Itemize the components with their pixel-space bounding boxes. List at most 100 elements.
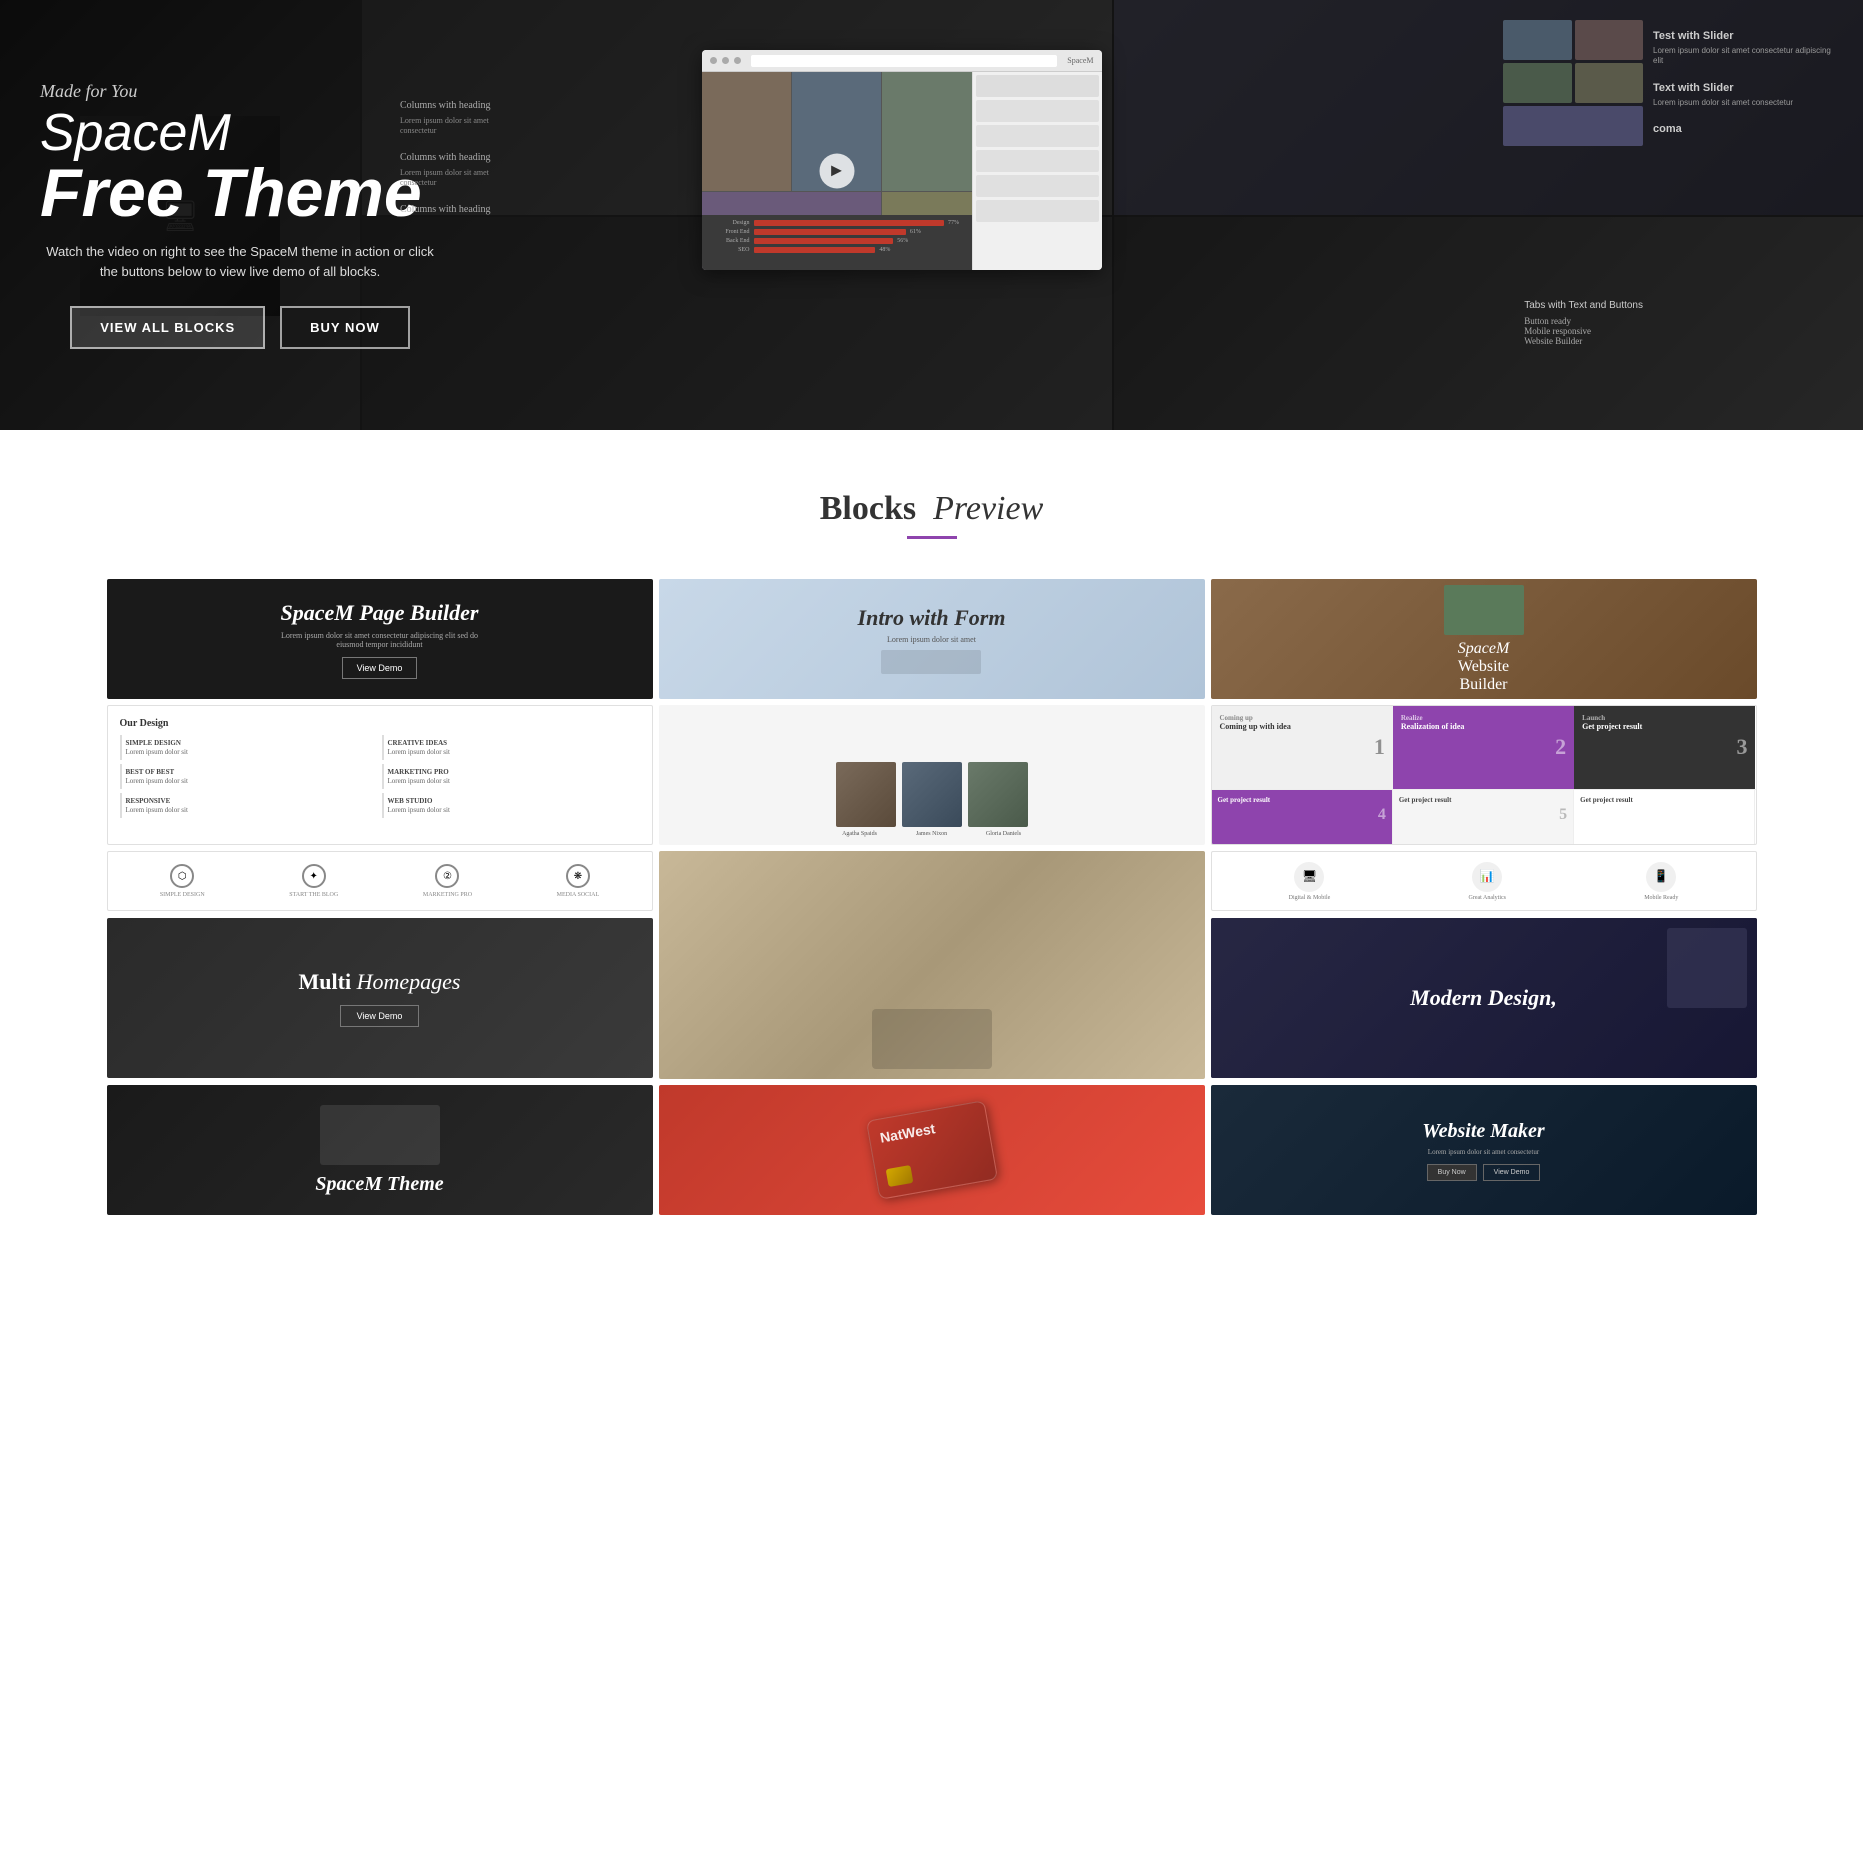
design-item-6-desc: Lorem ipsum dolor sit: [388, 806, 450, 814]
hero-col-text-1: Columns with heading: [400, 100, 520, 111]
website-maker-demo-btn[interactable]: View Demo: [1483, 1164, 1541, 1181]
service-item-2: 📊 Great Analytics: [1469, 862, 1507, 901]
team-photo-1: [836, 762, 896, 827]
service-label-3: Mobile Ready: [1644, 895, 1678, 901]
process-num-3: 3: [1736, 734, 1747, 760]
mosaic-modern-design: Modern Design,: [1211, 918, 1757, 1078]
chart-row-3: Back End 56%: [710, 238, 964, 244]
wb-title-1: SpaceM: [1458, 640, 1510, 657]
website-maker-buy-btn[interactable]: Buy Now: [1427, 1164, 1477, 1181]
card-logo: NatWest: [878, 1113, 977, 1146]
chart-label-1: Design: [710, 220, 750, 226]
process-num-5: 5: [1559, 806, 1567, 824]
website-builder-inner: SpaceM Website Builder: [1444, 585, 1524, 694]
service-item-1: 🖥 Digital & Mobile: [1289, 862, 1331, 901]
design-item-5-desc: Lorem ipsum dolor sit: [126, 806, 188, 814]
mosaic-natwest-card: NatWest: [659, 1085, 1205, 1215]
blocks-preview-title: Blocks Preview: [40, 490, 1823, 528]
mosaic-website-maker: Website Maker Lorem ipsum dolor sit amet…: [1211, 1085, 1757, 1215]
multi-homepages-btn[interactable]: View Demo: [340, 1005, 420, 1027]
thumb-5: [1503, 106, 1643, 146]
chart-bar-4: [754, 247, 876, 253]
team-names-row: Agatha Spaids James Nixon Gloria Daniels: [827, 831, 1037, 837]
chart-label-3: Back End: [710, 238, 750, 244]
browser-title: SpaceM: [1067, 56, 1093, 65]
thumb-4: [1575, 63, 1644, 103]
team-name-2: James Nixon: [899, 831, 965, 837]
hero-col-desc-2: Lorem ipsum dolor sit amet consectetur: [400, 168, 520, 189]
hero-tabs-overlay: Tabs with Text and Buttons Button ready …: [1524, 300, 1643, 346]
chart-val-2: 61%: [910, 229, 921, 235]
hero-section: 🖥 Made for You SpaceM Free Theme Watch t…: [0, 0, 1863, 430]
multi-normal: Multi: [299, 969, 352, 994]
thumb-1: [1503, 20, 1572, 60]
service-label-1: Digital & Mobile: [1289, 895, 1331, 901]
card-chip: [885, 1165, 913, 1187]
chart-label-2: Front End: [710, 229, 750, 235]
tabs-item-3: Website Builder: [1524, 336, 1643, 346]
hero-right-desc-1: Lorem ipsum dolor sit amet consectetur a…: [1653, 46, 1833, 67]
mosaic-multi-homepages: Multi Homepages View Demo: [107, 918, 653, 1078]
play-button[interactable]: ▶: [819, 154, 854, 189]
sidebar-item-6: [976, 200, 1099, 222]
blocks-preview-section: Blocks Preview SpaceM Page Builder Lorem…: [0, 430, 1863, 1255]
service-icon-2: 📊: [1472, 862, 1502, 892]
hero-thumb-grid: [1503, 20, 1643, 146]
browser-dot-3: [734, 57, 741, 64]
office-table: [872, 1009, 992, 1069]
intro-form-title: Intro with Form: [858, 605, 1006, 631]
design-item-3-title: BEST OF BEST: [126, 768, 374, 776]
chart-row-2: Front End 61%: [710, 229, 964, 235]
icon-label-4: MEDIA SOCIAL: [557, 892, 600, 898]
mosaic-intro-form: Intro with Form Lorem ipsum dolor sit am…: [659, 579, 1205, 699]
process-title-6: Get project result: [1580, 796, 1748, 804]
hero-right-title-3: coma: [1653, 123, 1833, 135]
icon-1: ⬡: [170, 864, 194, 888]
team-photo-3: [968, 762, 1028, 827]
view-all-blocks-button[interactable]: VIEW ALL BLOCKS: [70, 306, 265, 349]
spacem-builder-btn[interactable]: View Demo: [342, 657, 418, 679]
design-item-1-title: SIMPLE DESIGN: [126, 739, 374, 747]
spacem-theme-title: SpaceM Theme: [315, 1173, 443, 1196]
tabs-label: Tabs with Text and Buttons: [1524, 300, 1643, 311]
browser-chart: Design 77% Front End 61% Back End 56%: [702, 215, 972, 270]
website-builder-title: SpaceM Website Builder: [1444, 640, 1524, 694]
icon-label-2: START THE BLOG: [289, 892, 338, 898]
chart-row-1: Design 77%: [710, 220, 964, 226]
chart-bar-1: [754, 220, 945, 226]
sidebar-item-4: [976, 150, 1099, 172]
design-item-6: WEB STUDIO Lorem ipsum dolor sit: [382, 793, 640, 818]
service-label-2: Great Analytics: [1469, 895, 1507, 901]
mosaic-website-builder: SpaceM Website Builder: [1211, 579, 1757, 699]
blocks-title-normal: Blocks: [820, 490, 916, 527]
team-photo-2: [902, 762, 962, 827]
design-item-4-title: MARKETING PRO: [388, 768, 636, 776]
hero-title-spacem: SpaceM: [40, 107, 440, 159]
mosaic-team: Agatha Spaids James Nixon Gloria Daniels: [659, 705, 1205, 845]
browser-img-1: [702, 72, 791, 191]
modern-design-title: Modern Design,: [1410, 985, 1557, 1011]
team-photos-row: [836, 762, 1028, 827]
hero-right-content: Test with Slider Lorem ipsum dolor sit a…: [1653, 30, 1833, 135]
wb-title-3: Builder: [1460, 676, 1508, 693]
chart-val-3: 56%: [897, 238, 908, 244]
hero-title-free-theme: Free Theme: [40, 155, 422, 231]
design-item-2-title: CREATIVE IDEAS: [388, 739, 636, 747]
hero-col-desc-1: Lorem ipsum dolor sit amet consectetur: [400, 116, 520, 137]
intro-form-desc: Lorem ipsum dolor sit amet: [858, 635, 1006, 644]
process-step-1: Coming up Coming up with idea 1: [1212, 706, 1393, 789]
mosaic-spacem-theme: SpaceM Theme: [107, 1085, 653, 1215]
icon-item-3: ② MARKETING PRO: [423, 864, 472, 898]
hero-buttons: VIEW ALL BLOCKS BUY NOW: [40, 306, 440, 349]
process-label-2: Realize: [1401, 714, 1566, 722]
process-title-5: Get project result: [1399, 796, 1567, 804]
sidebar-item-5: [976, 175, 1099, 197]
buy-now-button[interactable]: BUY NOW: [280, 306, 410, 349]
hero-right-title-1: Test with Slider: [1653, 30, 1833, 42]
process-step-2: Realize Realization of idea 2: [1393, 706, 1574, 789]
hero-title: SpaceM Free Theme: [40, 107, 440, 227]
process-num-1: 1: [1374, 734, 1385, 760]
process-title-2: Realization of idea: [1401, 722, 1566, 731]
design-item-5: RESPONSIVE Lorem ipsum dolor sit: [120, 793, 378, 818]
tabs-item-1: Button ready: [1524, 316, 1643, 326]
